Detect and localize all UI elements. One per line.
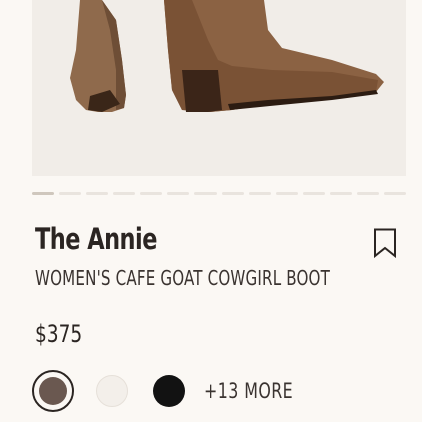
product-subtitle: WOMEN'S CAFE GOAT COWGIRL BOOT — [35, 266, 331, 290]
carousel-dot[interactable] — [194, 192, 217, 195]
carousel-dot[interactable] — [302, 192, 325, 195]
bookmark-icon — [374, 228, 396, 259]
swatch-taupe[interactable] — [32, 370, 74, 412]
carousel-dot[interactable] — [384, 192, 407, 195]
carousel-dot[interactable] — [356, 192, 380, 195]
carousel-dot[interactable] — [59, 192, 82, 195]
carousel-dot[interactable] — [86, 192, 109, 195]
carousel-dot[interactable] — [32, 192, 55, 195]
swatch-bone[interactable] — [96, 375, 128, 407]
more-colors-link[interactable]: +13 MORE — [204, 379, 293, 403]
carousel-dot[interactable] — [275, 192, 298, 195]
carousel-dot[interactable] — [140, 192, 163, 195]
carousel-dot[interactable] — [329, 192, 352, 195]
carousel-dot[interactable] — [248, 192, 271, 195]
bookmark-button[interactable] — [372, 228, 398, 259]
carousel-dot[interactable] — [113, 192, 136, 195]
boot-pair-illustration — [70, 0, 384, 112]
image-carousel-indicator — [32, 192, 407, 196]
swatch-black[interactable] — [153, 375, 185, 407]
product-image[interactable] — [32, 0, 406, 176]
product-title: The Annie — [35, 222, 157, 256]
carousel-dot[interactable] — [167, 192, 190, 195]
carousel-dot[interactable] — [221, 192, 244, 195]
product-price: $375 — [35, 320, 83, 348]
